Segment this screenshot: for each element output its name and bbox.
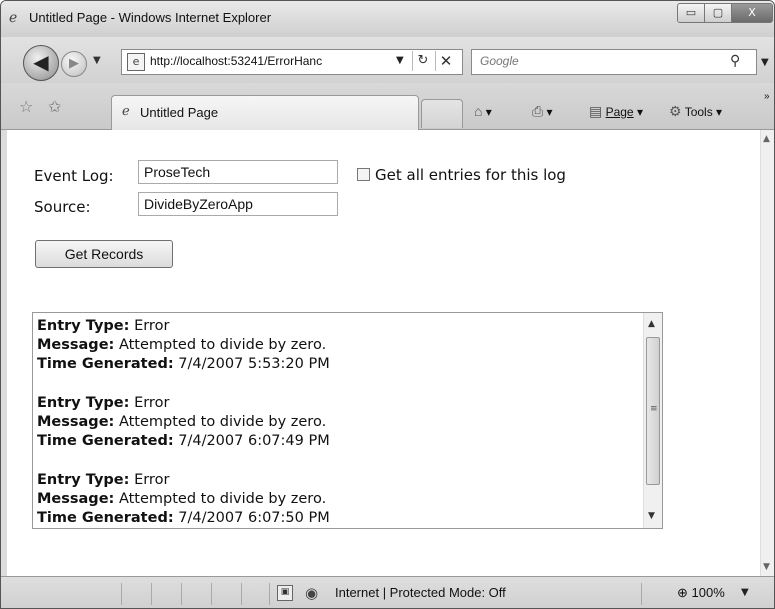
print-button[interactable]: ⎙ ▾ xyxy=(532,103,553,120)
gear-icon: ⚙ xyxy=(669,103,682,119)
log-field-value: 7/4/2007 6:07:49 PM xyxy=(178,433,330,449)
search-box[interactable]: Google ⚲ xyxy=(471,49,757,75)
home-icon: ⌂ xyxy=(474,103,483,119)
event-log-label: Event Log: xyxy=(34,167,114,185)
status-divider xyxy=(181,583,182,605)
log-field-value: 7/4/2007 5:53:20 PM xyxy=(178,356,330,372)
search-icon[interactable]: ⚲ xyxy=(730,53,740,69)
close-button[interactable]: X xyxy=(731,3,773,23)
entries-container: Entry Type: Error Message: Attempted to d… xyxy=(37,317,637,528)
new-tab-button[interactable] xyxy=(421,99,463,128)
globe-icon: ◉ xyxy=(305,584,319,602)
recent-pages-dropdown[interactable]: ▼ xyxy=(93,55,101,66)
address-dropdown-icon[interactable]: ▼ xyxy=(396,55,404,66)
status-divider xyxy=(211,583,212,605)
search-placeholder[interactable]: Google xyxy=(480,54,519,68)
status-divider xyxy=(121,583,122,605)
log-entry-line: Message: Attempted to divide by zero. xyxy=(37,336,637,355)
status-divider xyxy=(269,583,270,605)
log-field-label: Entry Type: xyxy=(37,472,130,488)
source-input[interactable]: DivideByZeroApp xyxy=(138,192,338,216)
log-field-value: Error xyxy=(134,318,170,334)
stop-icon[interactable]: ✕ xyxy=(435,51,456,71)
page-menu[interactable]: ▤ Page ▾ xyxy=(589,103,643,120)
log-entry-line: Message: Attempted to divide by zero. xyxy=(37,490,637,509)
page-favicon-icon: e xyxy=(127,53,145,71)
address-bar[interactable]: e http://localhost:53241/ErrorHanc ▼ ↻ ✕ xyxy=(121,49,463,75)
log-field-label: Entry Type: xyxy=(37,395,130,411)
status-divider xyxy=(151,583,152,605)
get-records-button[interactable]: Get Records xyxy=(35,240,173,268)
zoom-dropdown-icon[interactable]: ▼ xyxy=(741,587,749,598)
log-entry: Entry Type: Error Message: Attempted to d… xyxy=(37,471,637,528)
tools-menu[interactable]: ⚙ Tools ▾ xyxy=(669,103,722,120)
entries-scrollbar[interactable]: ▲ ≡ ▼ xyxy=(643,313,662,528)
page-menu-label: Page xyxy=(605,105,634,119)
log-field-value: Error xyxy=(134,472,170,488)
event-log-entries-list[interactable]: Entry Type: Error Message: Attempted to d… xyxy=(32,312,663,529)
browser-window: ℯ Untitled Page - Windows Internet Explo… xyxy=(0,0,775,609)
tab-label: Untitled Page xyxy=(140,105,219,120)
magnifier-icon: ⊕ xyxy=(677,585,688,600)
ie-logo-icon: ℯ xyxy=(9,10,18,26)
security-zone-text[interactable]: Internet | Protected Mode: Off xyxy=(335,585,506,600)
favorites-star-icon[interactable]: ☆ xyxy=(19,97,33,116)
log-entry-line: Time Generated: 7/4/2007 6:07:49 PM xyxy=(37,432,637,451)
log-field-label: Time Generated: xyxy=(37,356,174,372)
log-entry: Entry Type: Error Message: Attempted to d… xyxy=(37,394,637,451)
get-all-entries-checkbox[interactable] xyxy=(357,168,370,181)
log-field-label: Time Generated: xyxy=(37,510,174,526)
print-icon: ⎙ xyxy=(532,103,544,119)
title-bar: ℯ Untitled Page - Windows Internet Explo… xyxy=(1,1,774,37)
log-entry-line: Time Generated: 7/4/2007 5:53:20 PM xyxy=(37,355,637,374)
minimize-button[interactable]: ▭ xyxy=(677,3,705,23)
entries-scroll-thumb[interactable]: ≡ xyxy=(646,337,660,485)
source-label: Source: xyxy=(34,198,91,216)
log-entry-line: Entry Type: Error xyxy=(37,471,637,490)
entries-scroll-up-icon[interactable]: ▲ xyxy=(648,319,655,329)
maximize-button[interactable]: ▢ xyxy=(704,3,732,23)
log-entry-line: Entry Type: Error xyxy=(37,317,637,336)
home-button[interactable]: ⌂ ▾ xyxy=(474,103,492,119)
tools-menu-label: Tools xyxy=(684,105,713,119)
back-button[interactable]: ◀ xyxy=(23,45,59,81)
log-field-label: Message: xyxy=(37,414,115,430)
log-entry-line: Time Generated: 7/4/2007 6:07:50 PM xyxy=(37,509,637,528)
entries-scroll-down-icon[interactable]: ▼ xyxy=(648,511,655,521)
scroll-grip-icon: ≡ xyxy=(650,404,658,414)
refresh-icon[interactable]: ↻ xyxy=(412,51,433,71)
popup-blocker-icon[interactable]: ▣ xyxy=(277,585,293,601)
log-entry-line: Message: Attempted to divide by zero. xyxy=(37,413,637,432)
status-divider xyxy=(241,583,242,605)
search-dropdown-icon[interactable]: ▼ xyxy=(761,57,769,68)
tab-untitled-page[interactable]: ℯ Untitled Page xyxy=(111,95,419,130)
more-commands-chevron-icon[interactable]: » xyxy=(764,91,770,102)
log-field-label: Message: xyxy=(37,337,115,353)
log-field-value: 7/4/2007 6:07:50 PM xyxy=(178,510,330,526)
add-favorite-icon[interactable]: ✩ xyxy=(48,97,61,116)
scroll-up-icon[interactable]: ▲ xyxy=(763,134,770,144)
page-scrollbar[interactable]: ▲ ▼ xyxy=(760,130,774,576)
log-entry-line: Entry Type: Error xyxy=(37,394,637,413)
log-field-label: Entry Type: xyxy=(37,318,130,334)
zoom-text: 100% xyxy=(691,585,725,600)
address-text[interactable]: http://localhost:53241/ErrorHanc xyxy=(150,54,395,68)
status-divider xyxy=(641,583,642,605)
ie-page-icon: ℯ xyxy=(122,104,130,119)
log-entry: Entry Type: Error Message: Attempted to d… xyxy=(37,317,637,374)
log-field-value: Error xyxy=(134,395,170,411)
log-field-label: Time Generated: xyxy=(37,433,174,449)
forward-button[interactable]: ▶ xyxy=(61,51,87,77)
zoom-level[interactable]: ⊕ 100% xyxy=(677,585,725,601)
scroll-down-icon[interactable]: ▼ xyxy=(763,562,770,572)
get-all-entries-label[interactable]: Get all entries for this log xyxy=(375,166,566,184)
window-title: Untitled Page - Windows Internet Explore… xyxy=(29,10,272,25)
log-field-label: Message: xyxy=(37,491,115,507)
page-icon: ▤ xyxy=(589,103,603,119)
log-field-value: Attempted to divide by zero. xyxy=(118,337,327,353)
log-field-value: Attempted to divide by zero. xyxy=(118,414,327,430)
status-bar: ▣ ◉ Internet | Protected Mode: Off ⊕ 100… xyxy=(1,576,774,608)
event-log-input[interactable]: ProseTech xyxy=(138,160,338,184)
log-field-value: Attempted to divide by zero. xyxy=(118,491,327,507)
